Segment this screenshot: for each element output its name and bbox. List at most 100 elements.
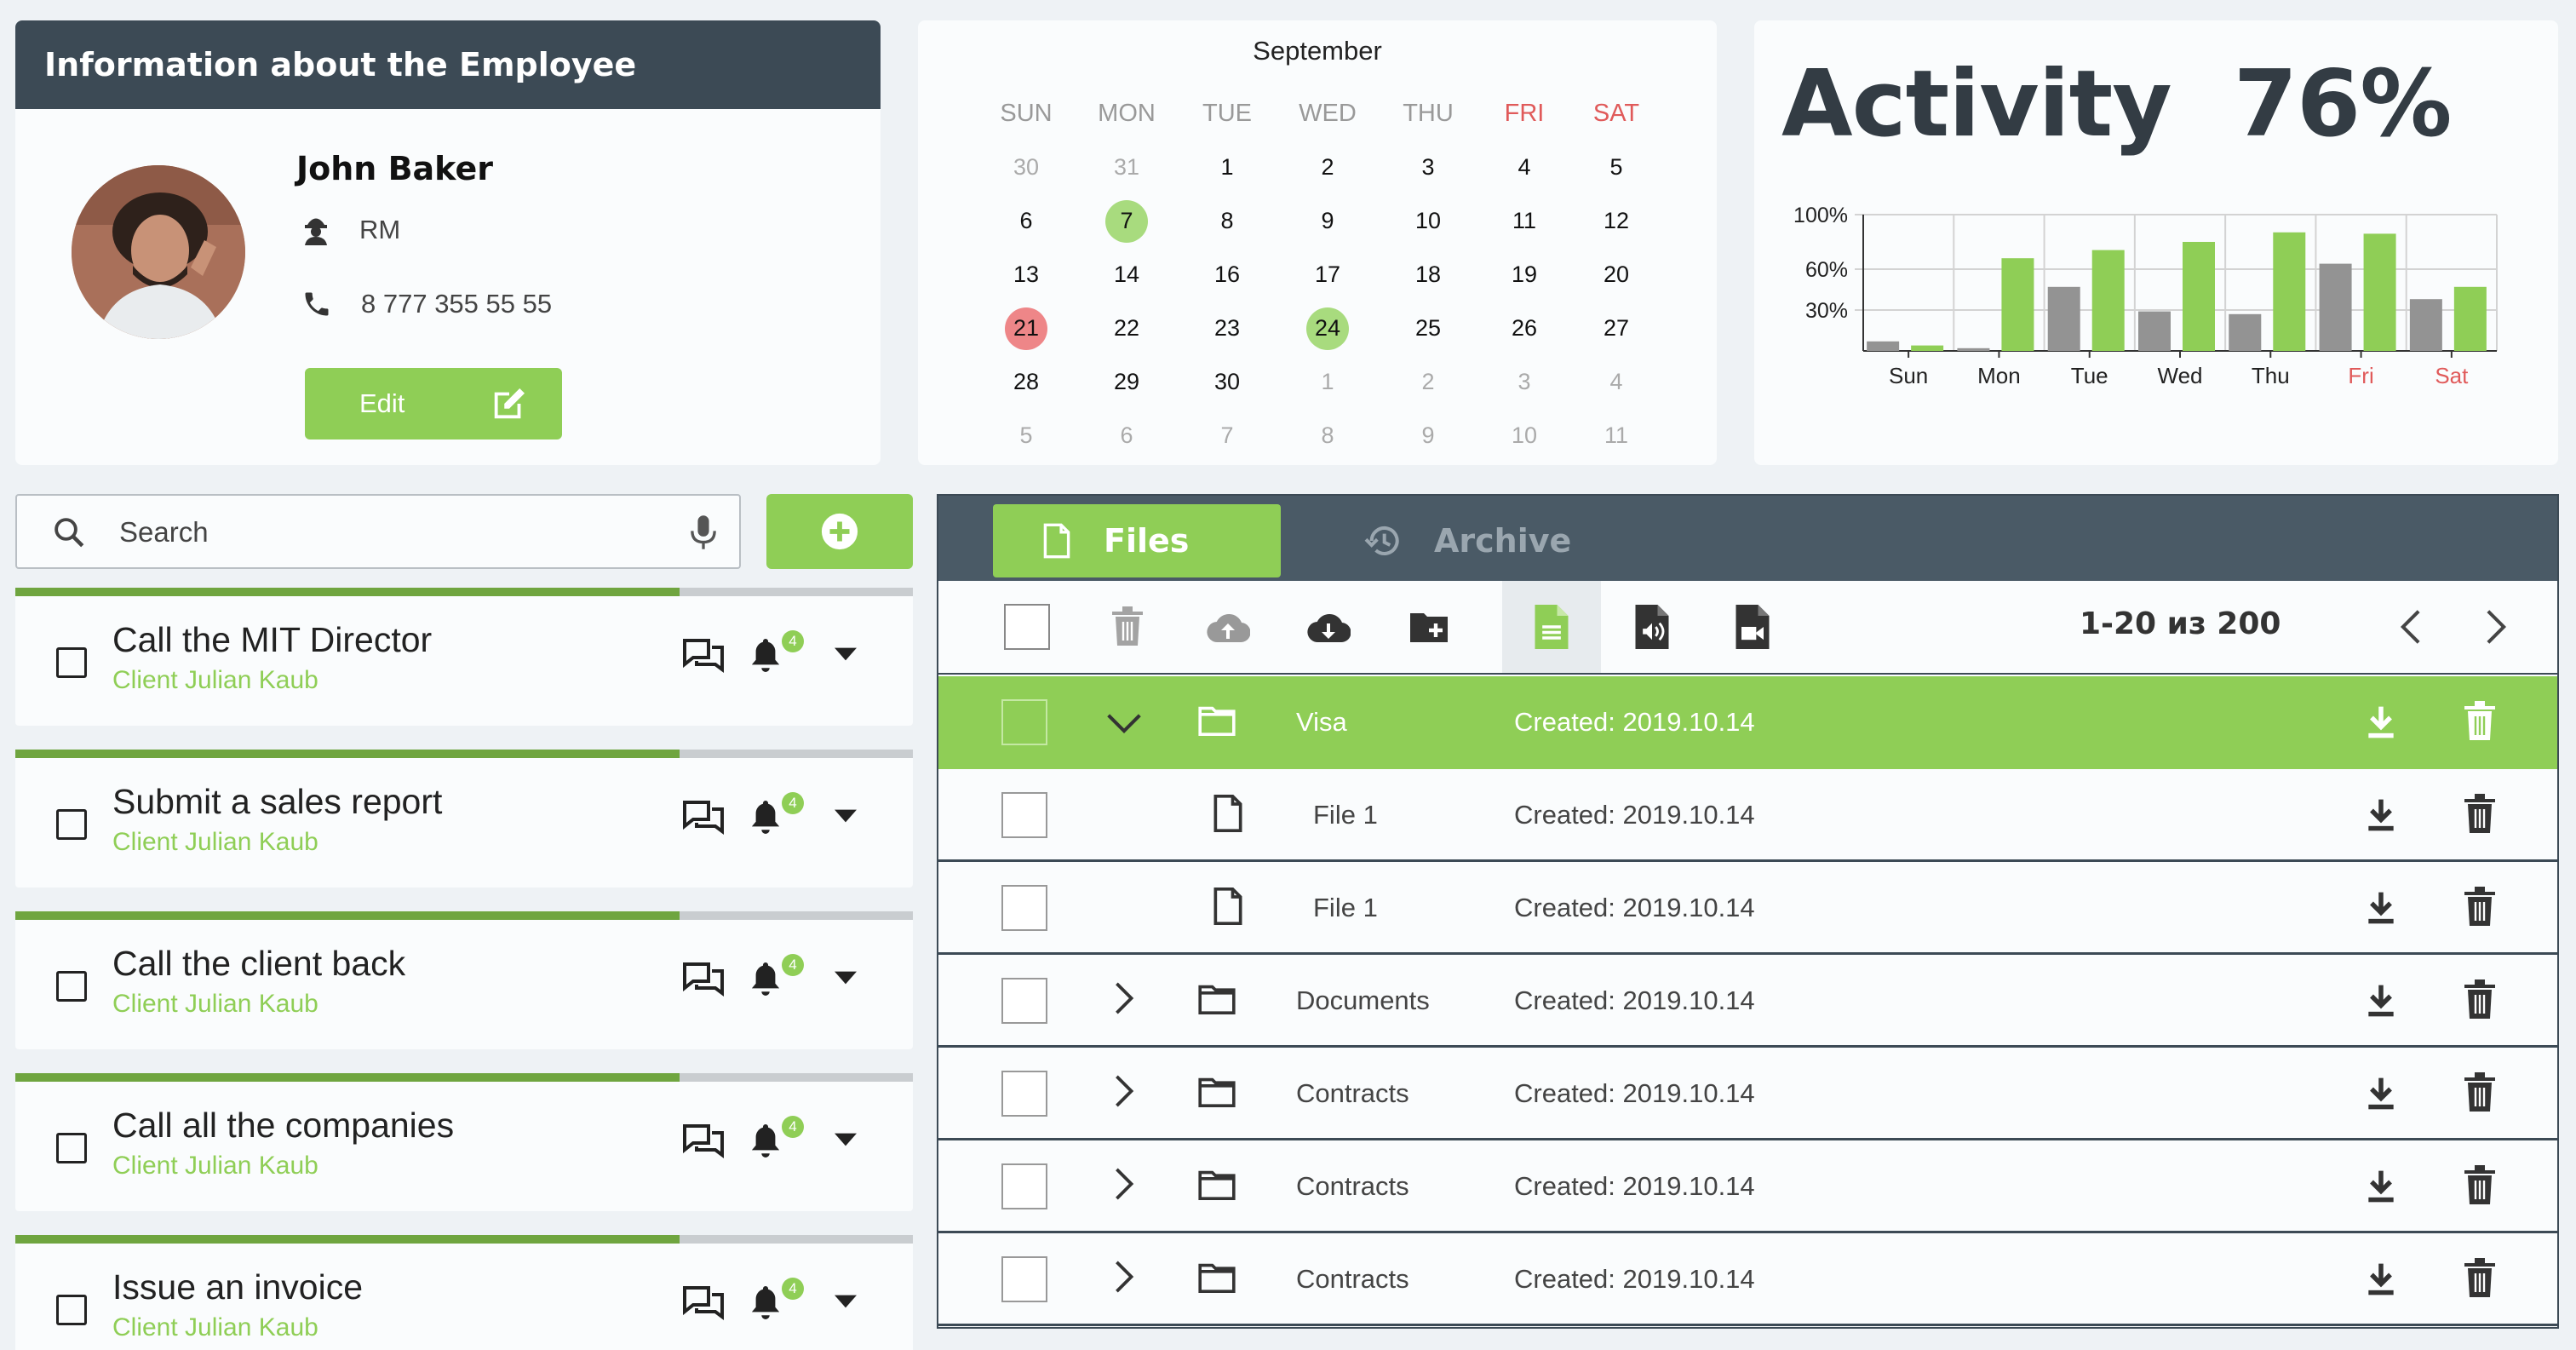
calendar-day[interactable]: 23	[1177, 302, 1277, 355]
bell-icon[interactable]	[749, 959, 782, 998]
chat-icon[interactable]	[683, 1124, 724, 1162]
trash-icon[interactable]	[2463, 793, 2497, 836]
calendar-day[interactable]: 2	[1378, 355, 1478, 409]
folder-row[interactable]: Contracts Created: 2019.10.14	[938, 1140, 2557, 1233]
row-checkbox[interactable]	[1001, 1071, 1047, 1117]
calendar-day[interactable]: 7	[1177, 409, 1277, 462]
download-icon[interactable]	[2365, 1261, 2397, 1298]
calendar-day[interactable]: 1	[1277, 355, 1378, 409]
calendar-day[interactable]: 14	[1076, 248, 1177, 302]
calendar-day[interactable]: 24	[1277, 302, 1378, 355]
download-icon[interactable]	[2365, 889, 2397, 927]
edit-button[interactable]: Edit	[305, 368, 562, 439]
task-client[interactable]: Client Julian Kaub	[112, 990, 318, 1019]
row-checkbox[interactable]	[1001, 699, 1047, 745]
calendar-day[interactable]: 4	[1570, 355, 1662, 409]
delete-icon[interactable]	[1078, 581, 1177, 673]
download-icon[interactable]	[2365, 982, 2397, 1020]
chevron-down-icon[interactable]	[835, 1295, 857, 1308]
search-input[interactable]	[119, 508, 664, 557]
folder-row[interactable]: Documents Created: 2019.10.14	[938, 955, 2557, 1048]
task-client[interactable]: Client Julian Kaub	[112, 666, 318, 695]
calendar-day[interactable]: 3	[1478, 355, 1570, 409]
chevron-right-icon[interactable]	[1114, 1073, 1134, 1109]
download-icon[interactable]	[2365, 796, 2397, 834]
calendar-day[interactable]: 9	[1277, 194, 1378, 248]
chevron-down-icon[interactable]	[835, 971, 857, 985]
calendar-day[interactable]: 8	[1177, 194, 1277, 248]
calendar-day[interactable]: 4	[1478, 141, 1570, 194]
calendar-day[interactable]: 27	[1570, 302, 1662, 355]
calendar-day[interactable]: 29	[1076, 355, 1177, 409]
calendar-day[interactable]: 10	[1378, 194, 1478, 248]
task-item[interactable]: Call the client back Client Julian Kaub 4	[15, 911, 913, 1049]
task-checkbox[interactable]	[56, 809, 87, 840]
chevron-down-icon[interactable]	[835, 647, 857, 661]
chevron-right-icon[interactable]	[1114, 1259, 1134, 1295]
row-checkbox[interactable]	[1001, 1256, 1047, 1302]
task-item[interactable]: Call the MIT Director Client Julian Kaub 4	[15, 588, 913, 726]
chevron-down-icon[interactable]	[835, 809, 857, 823]
bell-icon[interactable]	[749, 635, 782, 675]
calendar-day[interactable]: 13	[976, 248, 1076, 302]
bell-icon[interactable]	[749, 1121, 782, 1160]
tab-files[interactable]: Files	[993, 504, 1281, 577]
select-all-checkbox[interactable]	[978, 581, 1076, 673]
calendar-day[interactable]: 16	[1177, 248, 1277, 302]
tab-archive[interactable]: Archive	[1364, 504, 1571, 577]
calendar-day[interactable]: 2	[1277, 141, 1378, 194]
bell-icon[interactable]	[749, 1283, 782, 1322]
calendar-day[interactable]: 8	[1277, 409, 1378, 462]
cloud-download-icon[interactable]	[1279, 581, 1378, 673]
chevron-right-icon[interactable]	[1114, 980, 1134, 1016]
calendar-day[interactable]: 21	[976, 302, 1076, 355]
download-icon[interactable]	[2365, 1168, 2397, 1205]
row-checkbox[interactable]	[1001, 978, 1047, 1024]
calendar-day[interactable]: 31	[1076, 141, 1177, 194]
calendar-day[interactable]: 5	[976, 409, 1076, 462]
trash-icon[interactable]	[2463, 1071, 2497, 1114]
new-folder-icon[interactable]	[1380, 581, 1478, 673]
task-checkbox[interactable]	[56, 647, 87, 678]
task-checkbox[interactable]	[56, 1295, 87, 1325]
calendar-day[interactable]: 7	[1076, 194, 1177, 248]
task-client[interactable]: Client Julian Kaub	[112, 828, 318, 857]
download-icon[interactable]	[2365, 1075, 2397, 1112]
task-item[interactable]: Submit a sales report Client Julian Kaub 4	[15, 750, 913, 888]
trash-icon[interactable]	[2463, 1164, 2497, 1207]
calendar-day[interactable]: 30	[976, 141, 1076, 194]
task-client[interactable]: Client Julian Kaub	[112, 1152, 318, 1181]
add-task-button[interactable]	[766, 494, 913, 569]
calendar-day[interactable]: 22	[1076, 302, 1177, 355]
calendar-day[interactable]: 5	[1570, 141, 1662, 194]
row-checkbox[interactable]	[1001, 792, 1047, 838]
task-item[interactable]: Issue an invoice Client Julian Kaub 4	[15, 1235, 913, 1350]
task-item[interactable]: Call all the companies Client Julian Kaub…	[15, 1073, 913, 1211]
calendar-day[interactable]: 12	[1570, 194, 1662, 248]
audio-file-icon[interactable]	[1603, 581, 1701, 673]
trash-icon[interactable]	[2463, 1257, 2497, 1300]
task-client[interactable]: Client Julian Kaub	[112, 1313, 318, 1342]
task-checkbox[interactable]	[56, 1133, 87, 1163]
calendar-day[interactable]: 10	[1478, 409, 1570, 462]
calendar-day[interactable]: 28	[976, 355, 1076, 409]
calendar-day[interactable]: 30	[1177, 355, 1277, 409]
chevron-down-icon[interactable]	[1105, 712, 1143, 734]
calendar-day[interactable]: 9	[1378, 409, 1478, 462]
trash-icon[interactable]	[2463, 886, 2497, 928]
calendar-day[interactable]: 6	[976, 194, 1076, 248]
video-file-icon[interactable]	[1703, 581, 1802, 673]
prev-page-button[interactable]	[2372, 581, 2449, 673]
task-checkbox[interactable]	[56, 971, 87, 1002]
calendar-day[interactable]: 1	[1177, 141, 1277, 194]
calendar-day[interactable]: 11	[1570, 409, 1662, 462]
calendar-day[interactable]: 6	[1076, 409, 1177, 462]
calendar-day[interactable]: 26	[1478, 302, 1570, 355]
next-page-button[interactable]	[2458, 581, 2534, 673]
calendar-day[interactable]: 19	[1478, 248, 1570, 302]
trash-icon[interactable]	[2463, 979, 2497, 1021]
calendar-day[interactable]: 17	[1277, 248, 1378, 302]
download-icon[interactable]	[2365, 704, 2397, 741]
trash-icon[interactable]	[2463, 700, 2497, 743]
calendar-day[interactable]: 20	[1570, 248, 1662, 302]
